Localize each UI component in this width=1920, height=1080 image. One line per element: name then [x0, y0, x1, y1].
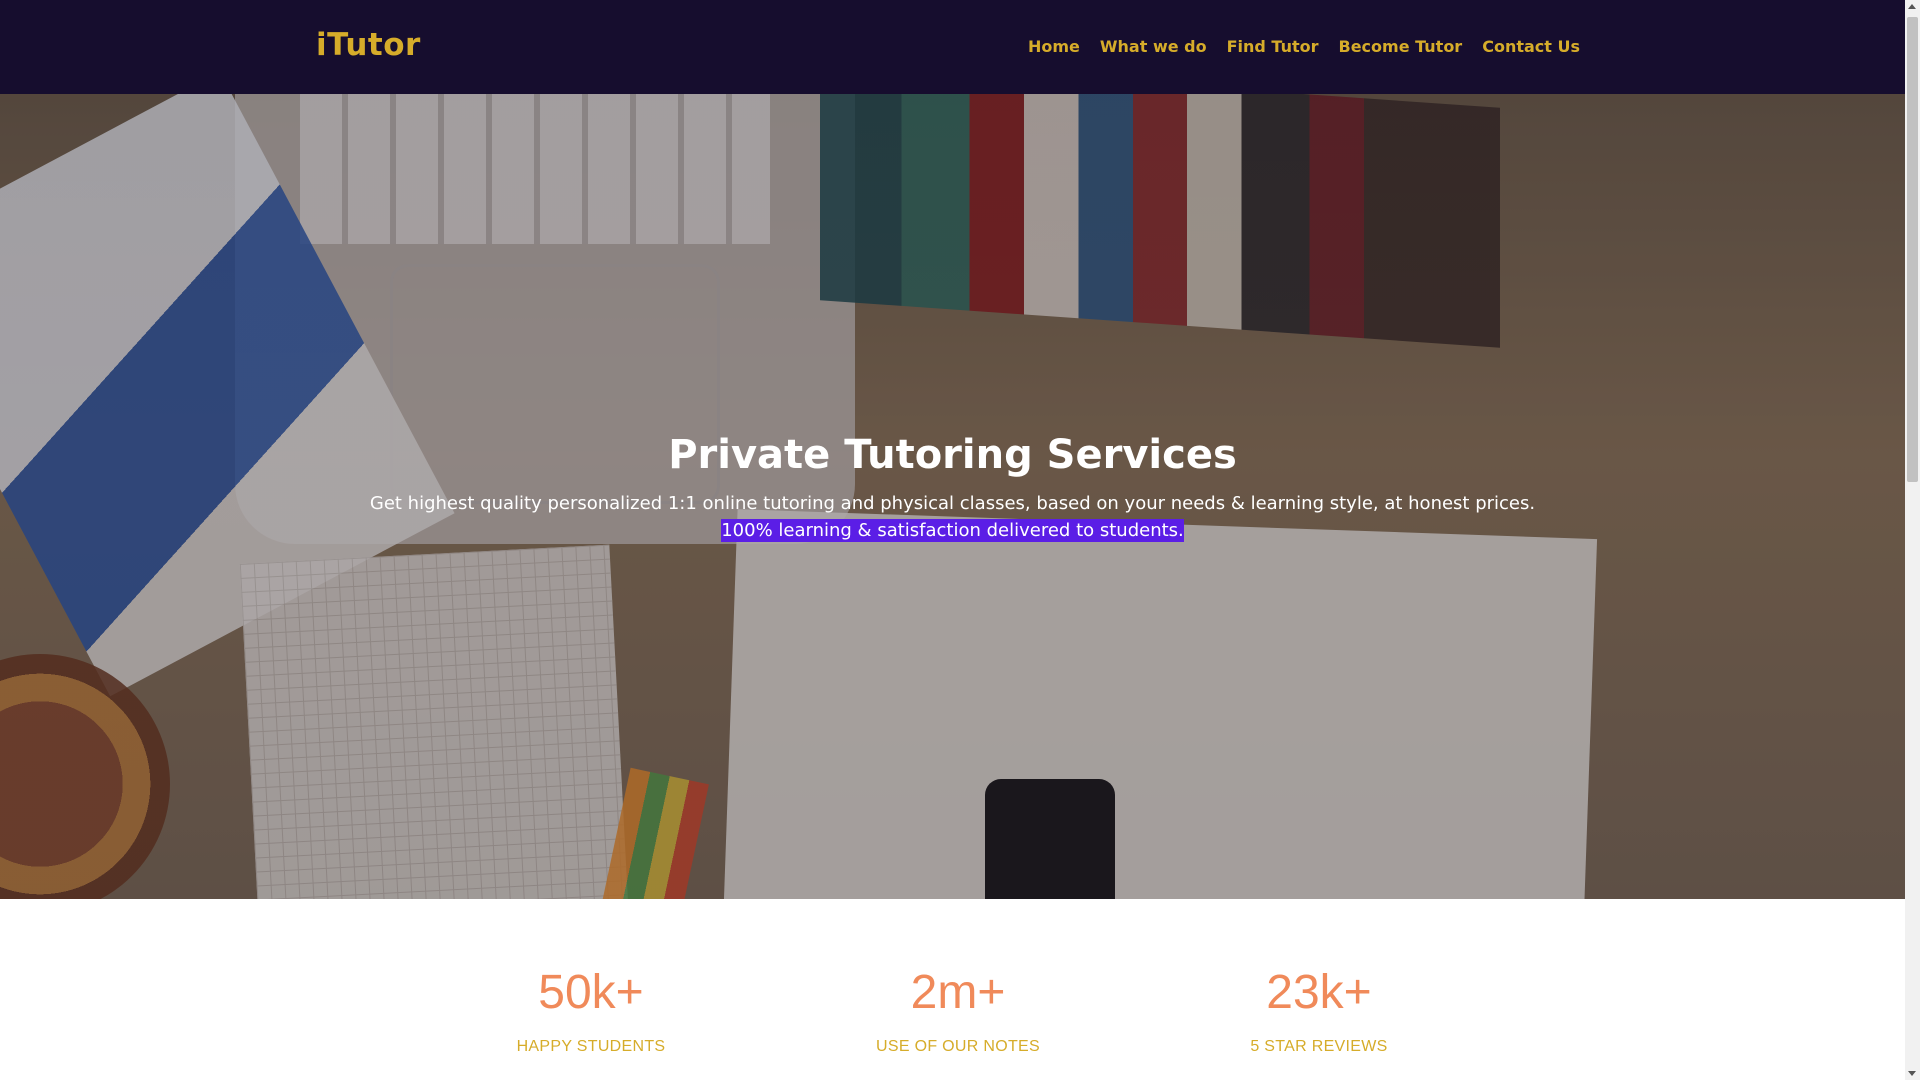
stat-label: HAPPY STUDENTS: [516, 1038, 666, 1055]
nav-contact-us[interactable]: Contact Us: [1482, 37, 1580, 56]
stat-happy-students: 50k+ HAPPY STUDENTS: [441, 965, 741, 1056]
stat-five-star-reviews: 23k+ 5 STAR REVIEWS: [1169, 965, 1469, 1056]
brand-logo[interactable]: iTutor: [316, 27, 421, 63]
stat-value: 50k+: [538, 966, 644, 1019]
hero-subtitle: Get highest quality personalized 1:1 onl…: [0, 490, 1905, 544]
stat-label: 5 STAR REVIEWS: [1250, 1038, 1388, 1055]
stat-notes-use: 2m+ USE OF OUR NOTES: [808, 965, 1108, 1056]
stat-label: USE OF OUR NOTES: [876, 1038, 1040, 1055]
nav-what-we-do[interactable]: What we do: [1100, 37, 1207, 56]
scroll-down-arrow-icon[interactable]: [1908, 1071, 1916, 1076]
hero-section: Private Tutoring Services Get highest qu…: [0, 94, 1905, 899]
nav-find-tutor[interactable]: Find Tutor: [1227, 37, 1319, 56]
scrollbar-thumb[interactable]: [1907, 17, 1918, 482]
stats-section: 50k+ HAPPY STUDENTS 2m+ USE OF OUR NOTES…: [0, 899, 1905, 1080]
top-navbar: iTutor Home What we do Find Tutor Become…: [0, 0, 1905, 94]
hero-title: Private Tutoring Services: [668, 432, 1237, 478]
hero-subtitle-line1: Get highest quality personalized 1:1 onl…: [369, 493, 1536, 514]
scroll-up-arrow-icon[interactable]: [1908, 4, 1916, 9]
stat-value: 2m+: [910, 966, 1006, 1019]
hero-subtitle-line2: 100% learning & satisfaction delivered t…: [721, 519, 1184, 542]
nav-become-tutor[interactable]: Become Tutor: [1339, 37, 1463, 56]
main-nav: Home What we do Find Tutor Become Tutor …: [1028, 37, 1580, 56]
stat-value: 23k+: [1266, 966, 1372, 1019]
vertical-scrollbar[interactable]: [1905, 0, 1920, 1080]
nav-home[interactable]: Home: [1028, 37, 1080, 56]
